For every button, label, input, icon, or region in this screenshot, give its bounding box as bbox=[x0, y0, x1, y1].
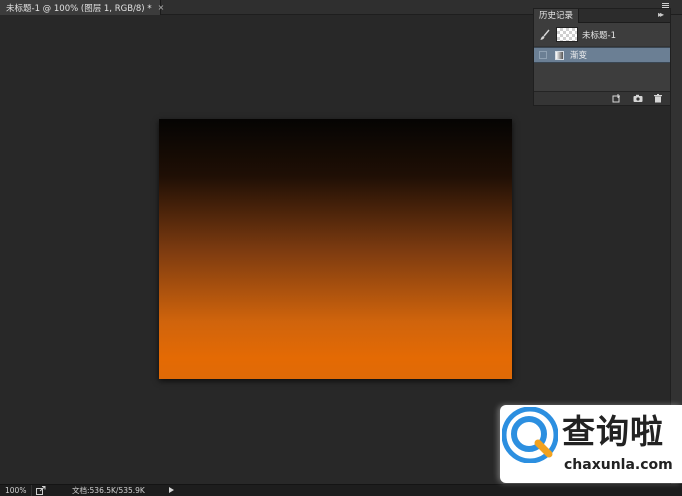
history-state-row[interactable]: 渐变 bbox=[534, 47, 670, 63]
zoom-level-field[interactable]: 100% bbox=[0, 485, 32, 496]
photoshop-window: 未标题-1 @ 100% (图层 1, RGB/8) * × 历史记录 ▸▸ 未… bbox=[0, 0, 682, 496]
document-tab[interactable]: 未标题-1 @ 100% (图层 1, RGB/8) * × bbox=[0, 0, 164, 15]
document-canvas[interactable] bbox=[159, 119, 512, 379]
state-checkbox[interactable] bbox=[539, 51, 547, 59]
snapshot-thumbnail bbox=[556, 27, 578, 42]
trash-icon[interactable] bbox=[653, 94, 663, 103]
status-bar: 100% 文档:536.5K/535.9K bbox=[0, 484, 682, 496]
search-magnifier-logo-icon bbox=[502, 407, 558, 463]
panel-menu-icon[interactable] bbox=[660, 2, 671, 11]
history-panel-footer bbox=[534, 91, 670, 105]
document-tab-title: 未标题-1 @ 100% (图层 1, RGB/8) * bbox=[6, 3, 152, 14]
watermark-logo: 查询啦 chaxunla.com bbox=[500, 405, 682, 483]
close-icon[interactable]: × bbox=[158, 3, 165, 12]
export-icon[interactable] bbox=[36, 486, 46, 495]
history-panel: 历史记录 ▸▸ 未标题-1 渐变 bbox=[533, 3, 671, 106]
camera-icon[interactable] bbox=[633, 94, 643, 103]
gradient-tool-icon bbox=[555, 50, 564, 60]
history-snapshot-row[interactable]: 未标题-1 bbox=[534, 23, 670, 47]
status-menu-arrow-icon[interactable] bbox=[169, 487, 174, 493]
history-panel-header: 历史记录 ▸▸ bbox=[534, 3, 670, 23]
snapshot-label: 未标题-1 bbox=[582, 30, 616, 41]
history-panel-tab[interactable]: 历史记录 bbox=[534, 9, 580, 23]
collapse-icon[interactable]: ▸▸ bbox=[658, 10, 664, 19]
document-size-info: 文档:536.5K/535.9K bbox=[72, 486, 145, 495]
watermark-title: 查询啦 bbox=[562, 412, 664, 451]
watermark-url: chaxunla.com bbox=[564, 457, 673, 473]
history-brush-icon[interactable] bbox=[538, 28, 552, 42]
new-document-from-state-icon[interactable] bbox=[612, 94, 622, 103]
history-state-label: 渐变 bbox=[570, 51, 588, 61]
